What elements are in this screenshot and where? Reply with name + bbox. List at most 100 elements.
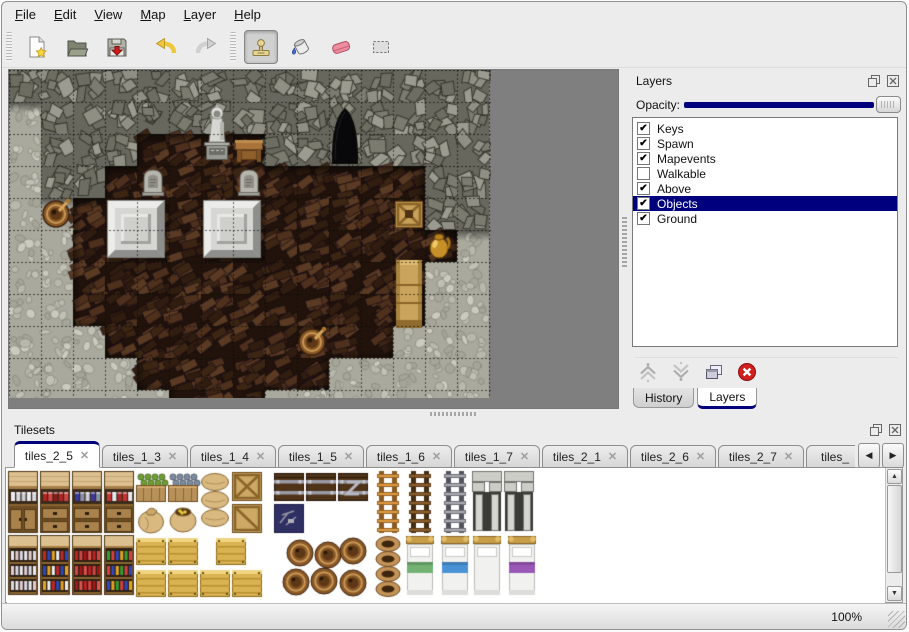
opacity-slider-handle[interactable] [876, 96, 901, 113]
menu-accel: H [234, 7, 243, 22]
layer-row[interactable]: ✔Spawn [633, 136, 897, 151]
tileset-tab-bar: tiles_2_5✕tiles_1_3✕tiles_1_4✕tiles_1_5✕… [14, 441, 855, 468]
layer-row[interactable]: ✔ Keys [633, 121, 897, 136]
new-map-button[interactable] [20, 30, 54, 64]
dock-tab-bar: HistoryLayers [633, 388, 760, 410]
layer-row[interactable]: ✔ Mapevents [633, 151, 897, 166]
menu-item-layer[interactable]: Layer [175, 3, 226, 26]
save-map-button[interactable] [100, 30, 134, 64]
tab-close-icon[interactable]: ✕ [432, 450, 441, 463]
tab-close-icon[interactable]: ✕ [696, 450, 705, 463]
tileset-tab-label: tiles_1_3 [113, 450, 161, 464]
tab-close-icon[interactable]: ✕ [608, 450, 617, 463]
redo-button[interactable] [189, 30, 223, 64]
tileset-tab-tiles_2_6[interactable]: tiles_2_6✕ [630, 445, 716, 468]
scroll-down-icon[interactable]: ▼ [887, 586, 902, 601]
scroll-up-icon[interactable]: ▲ [887, 469, 902, 484]
layer-label: Objects [657, 197, 698, 211]
vertical-splitter[interactable] [620, 69, 629, 409]
delete-layer-button[interactable] [734, 360, 760, 384]
opacity-slider[interactable] [684, 102, 874, 108]
tileset-tab-label: tiles_ [821, 450, 849, 464]
float-panel-icon[interactable] [868, 422, 883, 437]
layers-panel-title: Layers [636, 74, 672, 88]
menu-item-view[interactable]: View [85, 3, 131, 26]
layer-visibility-checkbox[interactable]: ✔ [637, 212, 650, 225]
open-map-button[interactable] [60, 30, 94, 64]
app-window: FileEditViewMapLayerHelp Layers Opacity:… [1, 1, 907, 630]
layers-panel-window-buttons [866, 73, 900, 88]
layer-list: ✔Keys✔Spawn✔MapeventsWalkable✔Above✔Obje… [632, 117, 898, 347]
eraser-icon [329, 35, 353, 59]
fill-bucket-tool-button[interactable] [284, 30, 318, 64]
tileset-tab-tiles_2_7[interactable]: tiles_2_7✕ [718, 445, 804, 468]
layer-row[interactable]: Walkable [633, 166, 897, 181]
tab-scroll-left-button[interactable]: ◀ [858, 443, 880, 468]
close-panel-icon[interactable] [887, 422, 902, 437]
horizontal-splitter[interactable] [2, 410, 906, 418]
move-layer-up-button[interactable] [635, 360, 661, 384]
toolbar-handle-icon[interactable] [6, 32, 12, 62]
map-canvas[interactable] [9, 70, 491, 398]
toolbar-handle-icon[interactable] [230, 32, 236, 62]
tab-close-icon[interactable]: ✕ [80, 449, 89, 462]
resize-grip[interactable] [888, 611, 905, 628]
menu-accel: F [15, 7, 23, 22]
float-panel-icon[interactable] [866, 73, 881, 88]
tileset-tab-label: tiles_1_6 [377, 450, 425, 464]
eraser-tool-button[interactable] [324, 30, 358, 64]
splitter-grip-icon [430, 412, 476, 416]
menu-item-map[interactable]: Map [131, 3, 174, 26]
layer-row[interactable]: ✔Ground [633, 211, 897, 226]
tileset-tab-tiles_1_7[interactable]: tiles_1_7 ✕ [454, 445, 540, 468]
layer-visibility-checkbox[interactable]: ✔ [637, 182, 650, 195]
layer-actions-toolbar [635, 357, 898, 383]
close-panel-icon[interactable] [885, 73, 900, 88]
layer-row[interactable]: ✔ Objects [633, 196, 897, 211]
tab-close-icon[interactable]: ✕ [784, 450, 793, 463]
menu-accel: E [54, 7, 63, 22]
tileset-scrollbar[interactable]: ▲ ▼ [885, 468, 902, 602]
tileset-tab-tiles_1_4[interactable]: tiles_1_4✕ [190, 445, 276, 468]
layer-visibility-checkbox[interactable]: ✔ [637, 152, 650, 165]
tab-close-icon[interactable]: ✕ [344, 450, 353, 463]
tileset-tab-tiles_1_3[interactable]: tiles_1_3 ✕ [102, 445, 188, 468]
layer-label: Keys [657, 122, 684, 136]
tileset-tab-label: tiles_1_7 [465, 450, 513, 464]
toolbar [2, 27, 906, 68]
undo-button[interactable] [149, 30, 183, 64]
menu-item-edit[interactable]: Edit [45, 3, 85, 26]
tileset-tab-tiles[interactable]: tiles_✕ [806, 445, 855, 468]
tileset-tab-tiles_2_1[interactable]: tiles_2_1 ✕ [542, 445, 628, 468]
fill-icon [289, 35, 313, 59]
duplicate-layer-button[interactable] [701, 360, 727, 384]
layer-label: Mapevents [657, 152, 716, 166]
tilesets-panel-title: Tilesets [14, 423, 55, 437]
stamp-tool-button[interactable] [244, 30, 278, 64]
tab-scroll-buttons: ◀ ▶ [856, 443, 904, 468]
tileset-canvas[interactable] [7, 469, 885, 603]
tileset-tab-tiles_1_6[interactable]: tiles_1_6 ✕ [366, 445, 452, 468]
layer-visibility-checkbox[interactable]: ✔ [637, 122, 650, 135]
layer-row[interactable]: ✔Above [633, 181, 897, 196]
tab-close-icon[interactable]: ✕ [256, 450, 265, 463]
tab-close-icon[interactable]: ✕ [520, 450, 529, 463]
dock-tab-history[interactable]: History [633, 388, 694, 408]
map-viewport[interactable] [8, 69, 619, 409]
tileset-tab-label: tiles_2_1 [553, 450, 601, 464]
tileset-tab-tiles_1_5[interactable]: tiles_1_5✕ [278, 445, 364, 468]
tab-close-icon[interactable]: ✕ [168, 450, 177, 463]
new-file-icon [25, 35, 49, 59]
tileset-tab-tiles_2_5[interactable]: tiles_2_5✕ [14, 441, 100, 468]
layer-visibility-checkbox[interactable]: ✔ [637, 197, 650, 210]
menu-item-file[interactable]: File [6, 3, 45, 26]
layers-panel: Layers Opacity: ✔Keys✔Spawn✔MapeventsWal… [629, 68, 905, 410]
move-layer-down-button[interactable] [668, 360, 694, 384]
menu-item-help[interactable]: Help [225, 3, 270, 26]
layer-visibility-checkbox[interactable] [637, 167, 650, 180]
rect-select-tool-button[interactable] [364, 30, 398, 64]
dock-tab-layers[interactable]: Layers [697, 388, 757, 409]
scrollbar-thumb[interactable] [887, 485, 902, 573]
tab-scroll-right-button[interactable]: ▶ [882, 443, 904, 468]
layer-visibility-checkbox[interactable]: ✔ [637, 137, 650, 150]
